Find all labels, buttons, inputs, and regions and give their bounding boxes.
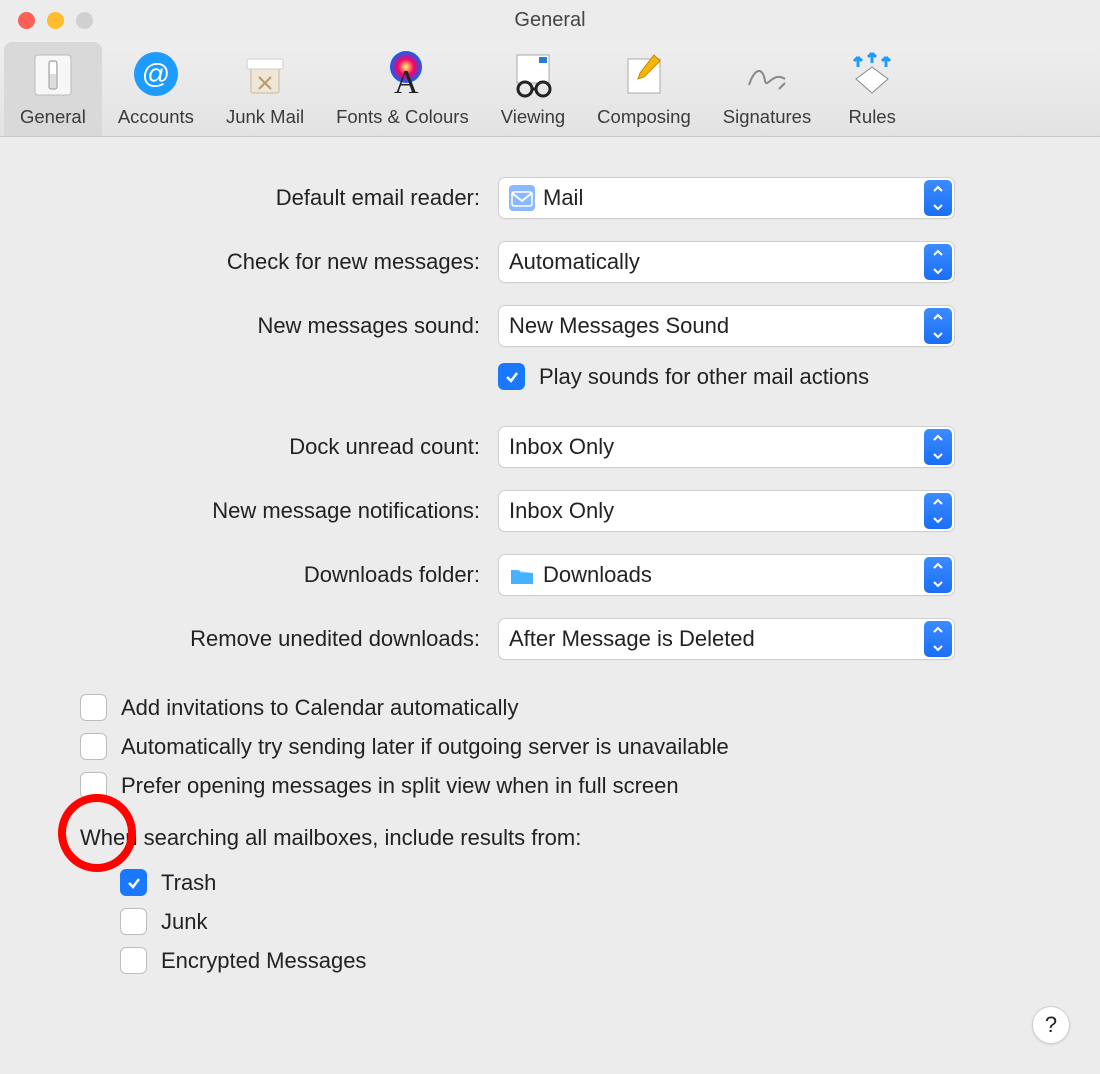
default-reader-label: Default email reader:	[70, 185, 498, 211]
tab-accounts[interactable]: @ Accounts	[102, 42, 210, 136]
tab-composing[interactable]: Composing	[581, 42, 707, 136]
remove-downloads-label: Remove unedited downloads:	[70, 626, 498, 652]
search-encrypted-label: Encrypted Messages	[161, 948, 366, 974]
select-stepper-icon	[924, 429, 952, 465]
select-value: Automatically	[509, 249, 640, 275]
auto-send-later-label: Automatically try sending later if outgo…	[121, 734, 729, 760]
search-results-header: When searching all mailboxes, include re…	[80, 825, 1030, 851]
tab-label: Rules	[849, 106, 896, 128]
select-stepper-icon	[924, 180, 952, 216]
composing-icon	[615, 48, 673, 100]
split-view-label: Prefer opening messages in split view wh…	[121, 773, 679, 799]
tab-general[interactable]: General	[4, 42, 102, 136]
tab-label: Viewing	[501, 106, 565, 128]
play-sounds-label: Play sounds for other mail actions	[539, 364, 869, 390]
signatures-icon	[738, 48, 796, 100]
svg-text:A: A	[394, 64, 419, 99]
general-pane: Default email reader: Mail Check for new…	[0, 137, 1100, 974]
fonts-colours-icon: A	[373, 48, 431, 100]
help-icon: ?	[1045, 1012, 1057, 1038]
tab-label: Signatures	[723, 106, 811, 128]
mail-app-icon	[509, 185, 535, 211]
tab-viewing[interactable]: Viewing	[485, 42, 581, 136]
rules-icon	[843, 48, 901, 100]
search-junk-label: Junk	[161, 909, 207, 935]
tab-fonts-colours[interactable]: A Fonts & Colours	[320, 42, 485, 136]
notifications-label: New message notifications:	[70, 498, 498, 524]
select-value: Inbox Only	[509, 498, 614, 524]
select-stepper-icon	[924, 493, 952, 529]
dock-unread-label: Dock unread count:	[70, 434, 498, 460]
titlebar: General	[0, 0, 1100, 40]
tab-label: Composing	[597, 106, 691, 128]
window-title: General	[0, 9, 1100, 32]
play-sounds-checkbox[interactable]	[498, 363, 525, 390]
select-stepper-icon	[924, 308, 952, 344]
tab-label: Junk Mail	[226, 106, 304, 128]
tab-signatures[interactable]: Signatures	[707, 42, 827, 136]
tab-rules[interactable]: Rules	[827, 42, 917, 136]
split-view-checkbox[interactable]	[80, 772, 107, 799]
select-value: New Messages Sound	[509, 313, 729, 339]
search-encrypted-checkbox[interactable]	[120, 947, 147, 974]
tab-label: Fonts & Colours	[336, 106, 469, 128]
preferences-window: General General @ Accounts Junk Mail A F…	[0, 0, 1100, 1074]
auto-send-later-checkbox[interactable]	[80, 733, 107, 760]
folder-icon	[509, 562, 535, 588]
preferences-toolbar: General @ Accounts Junk Mail A Fonts & C…	[0, 40, 1100, 137]
downloads-folder-label: Downloads folder:	[70, 562, 498, 588]
viewing-icon	[504, 48, 562, 100]
search-trash-checkbox[interactable]	[120, 869, 147, 896]
select-stepper-icon	[924, 244, 952, 280]
dock-unread-select[interactable]: Inbox Only	[498, 426, 955, 468]
select-value: Mail	[543, 185, 583, 211]
select-stepper-icon	[924, 557, 952, 593]
search-trash-label: Trash	[161, 870, 216, 896]
sound-label: New messages sound:	[70, 313, 498, 339]
tab-label: Accounts	[118, 106, 194, 128]
check-messages-label: Check for new messages:	[70, 249, 498, 275]
search-junk-checkbox[interactable]	[120, 908, 147, 935]
accounts-icon: @	[127, 48, 185, 100]
check-messages-select[interactable]: Automatically	[498, 241, 955, 283]
remove-downloads-select[interactable]: After Message is Deleted	[498, 618, 955, 660]
default-reader-select[interactable]: Mail	[498, 177, 955, 219]
select-value: Downloads	[543, 562, 652, 588]
add-invitations-checkbox[interactable]	[80, 694, 107, 721]
junk-mail-icon	[236, 48, 294, 100]
help-button[interactable]: ?	[1032, 1006, 1070, 1044]
select-stepper-icon	[924, 621, 952, 657]
sound-select[interactable]: New Messages Sound	[498, 305, 955, 347]
svg-text:@: @	[142, 58, 170, 89]
select-value: After Message is Deleted	[509, 626, 755, 652]
general-icon	[24, 48, 82, 100]
add-invitations-label: Add invitations to Calendar automaticall…	[121, 695, 518, 721]
tab-label: General	[20, 106, 86, 128]
tab-junk-mail[interactable]: Junk Mail	[210, 42, 320, 136]
select-value: Inbox Only	[509, 434, 614, 460]
downloads-folder-select[interactable]: Downloads	[498, 554, 955, 596]
notifications-select[interactable]: Inbox Only	[498, 490, 955, 532]
